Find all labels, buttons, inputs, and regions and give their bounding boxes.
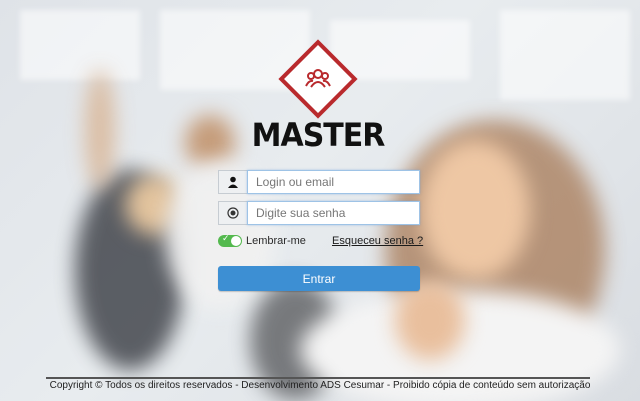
footer-divider (46, 377, 590, 379)
check-icon: ✓ (222, 233, 230, 243)
remember-label: Lembrar-me (246, 235, 306, 247)
users-group-icon (305, 69, 331, 88)
password-input[interactable] (247, 201, 420, 225)
login-input[interactable] (247, 170, 420, 194)
remember-toggle[interactable]: ✓ (218, 233, 242, 247)
remember-me: ✓ Lembrar-me (218, 233, 306, 247)
brand-title: MASTER (251, 116, 386, 155)
radio-dot-icon (218, 201, 247, 225)
forgot-password-link[interactable]: Esqueceu senha ? (332, 235, 423, 247)
footer-copyright: Copyright © Todos os direitos reservados… (49, 380, 591, 391)
user-icon (218, 170, 247, 194)
brand-logo (278, 39, 358, 119)
login-field (218, 170, 420, 194)
login-button[interactable]: Entrar (218, 266, 420, 291)
password-field (218, 201, 420, 225)
